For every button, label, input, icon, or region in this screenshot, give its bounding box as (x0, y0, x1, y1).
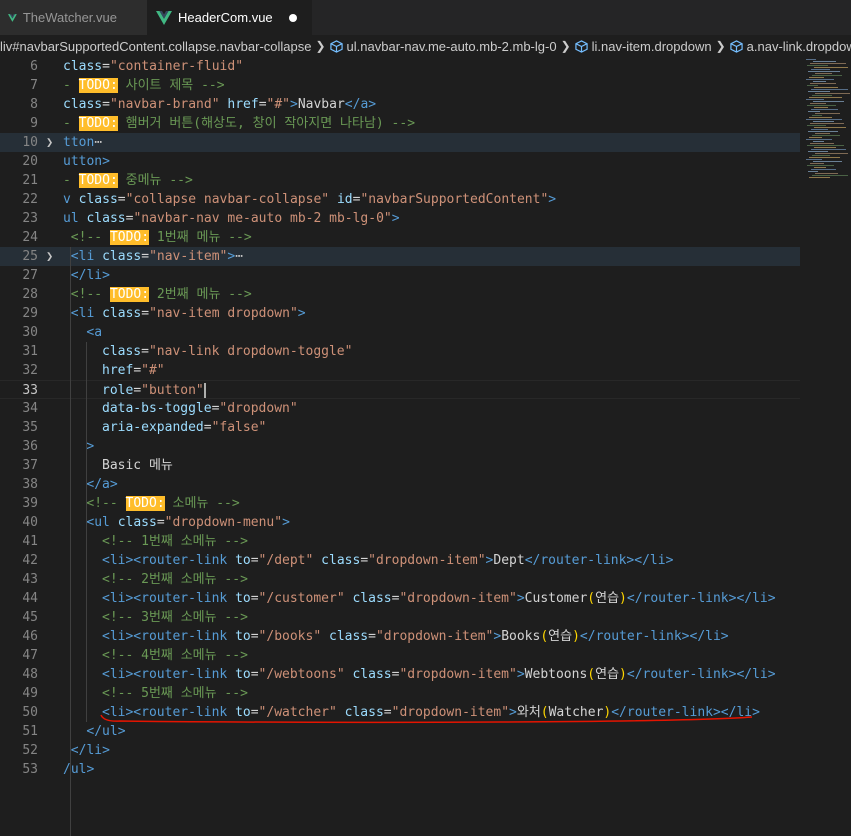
minimap-line (812, 95, 832, 96)
minimap-line (811, 149, 846, 150)
minimap-line (810, 63, 846, 64)
minimap-line (809, 137, 822, 138)
code-editor[interactable]: 6 class="container-fluid" 7- TODO: 사이트 제목 … (0, 57, 851, 836)
breadcrumb-item[interactable]: li.nav-item.dropdown (574, 38, 712, 54)
minimap-line (807, 165, 834, 166)
minimap-line (808, 131, 838, 132)
minimap-line (815, 73, 832, 74)
minimap-line (811, 109, 838, 110)
tab-thewatcher-vue[interactable]: TheWatcher.vue (0, 0, 148, 35)
minimap-line (815, 113, 840, 114)
minimap-line (810, 83, 836, 84)
tab-headercom-vue[interactable]: HeaderCom.vue (148, 0, 312, 35)
minimap-line (806, 159, 822, 160)
breadcrumb: liv#navbarSupportedContent.collapse.navb… (0, 35, 851, 57)
breadcrumb-item[interactable]: a.nav-link.dropdown (729, 38, 851, 54)
minimap-line (813, 61, 836, 62)
minimap-line (810, 103, 826, 104)
minimap-line (813, 141, 824, 142)
minimap-line (808, 71, 840, 72)
vue-icon (8, 13, 17, 22)
tab-bar: TheWatcher.vue HeaderCom.vue (0, 0, 851, 35)
minimap-line (812, 75, 842, 76)
minimap-line (807, 105, 836, 106)
minimap-line (815, 173, 838, 174)
minimap-line (811, 69, 830, 70)
minimap-line (810, 163, 824, 164)
minimap-line (808, 91, 830, 92)
minimap[interactable] (800, 57, 851, 187)
minimap-line (810, 143, 834, 144)
minimap-line (806, 99, 824, 100)
chevron-right-icon: ❯ (315, 39, 326, 53)
breadcrumb-label: a.nav-link.dropdown (746, 38, 851, 54)
minimap-line (810, 123, 844, 124)
minimap-line (808, 151, 828, 152)
minimap-line (811, 129, 828, 130)
minimap-line (811, 169, 836, 170)
minimap-line (814, 87, 838, 88)
minimap-line (812, 115, 822, 116)
minimap-line (813, 101, 844, 102)
minimap-line (806, 119, 842, 120)
minimap-line (812, 175, 848, 176)
breadcrumb-label: ul.navbar-nav.me-auto.mb-2.mb-lg-0 (346, 38, 557, 54)
minimap-line (809, 117, 832, 118)
minimap-line (814, 167, 826, 168)
minimap-line (807, 85, 818, 86)
minimap-line (812, 135, 840, 136)
tab-label: TheWatcher.vue (22, 10, 117, 25)
minimap-line (814, 67, 848, 68)
minimap-line (806, 139, 832, 140)
minimap-line (809, 97, 842, 98)
minimap-line (811, 89, 848, 90)
minimap-line (809, 157, 840, 158)
minimap-line (806, 79, 834, 80)
minimap-line (809, 177, 830, 178)
minimap-line (812, 155, 830, 156)
minimap-line (807, 65, 828, 66)
minimap-line (813, 81, 826, 82)
minimap-line (814, 107, 828, 108)
chevron-right-icon: ❯ (715, 39, 726, 53)
minimap-line (813, 161, 842, 162)
vue-icon (156, 10, 172, 25)
minimap-line (815, 153, 848, 154)
minimap-line (814, 127, 846, 128)
minimap-line (808, 111, 820, 112)
breadcrumb-label: li.nav-item.dropdown (591, 38, 712, 54)
minimap-line (806, 59, 816, 60)
minimap-line (815, 93, 850, 94)
minimap-line (809, 77, 824, 78)
minimap-line (807, 125, 826, 126)
minimap-line (815, 133, 830, 134)
chevron-right-icon: ❯ (560, 39, 571, 53)
breadcrumb-label: liv#navbarSupportedContent.collapse.navb… (0, 38, 312, 54)
tab-label: HeaderCom.vue (178, 10, 273, 25)
minimap-line (807, 145, 844, 146)
element-cube-icon (329, 39, 343, 53)
minimap-line (814, 147, 836, 148)
breadcrumb-item[interactable]: ul.navbar-nav.me-auto.mb-2.mb-lg-0 (329, 38, 557, 54)
element-cube-icon (729, 39, 743, 53)
element-cube-icon (574, 39, 588, 53)
red-annotation-underline (100, 714, 753, 724)
breadcrumb-item[interactable]: liv#navbarSupportedContent.collapse.navb… (0, 39, 311, 54)
minimap-line (808, 171, 818, 172)
minimap-line (813, 121, 834, 122)
unsaved-dot-icon[interactable] (288, 13, 297, 22)
